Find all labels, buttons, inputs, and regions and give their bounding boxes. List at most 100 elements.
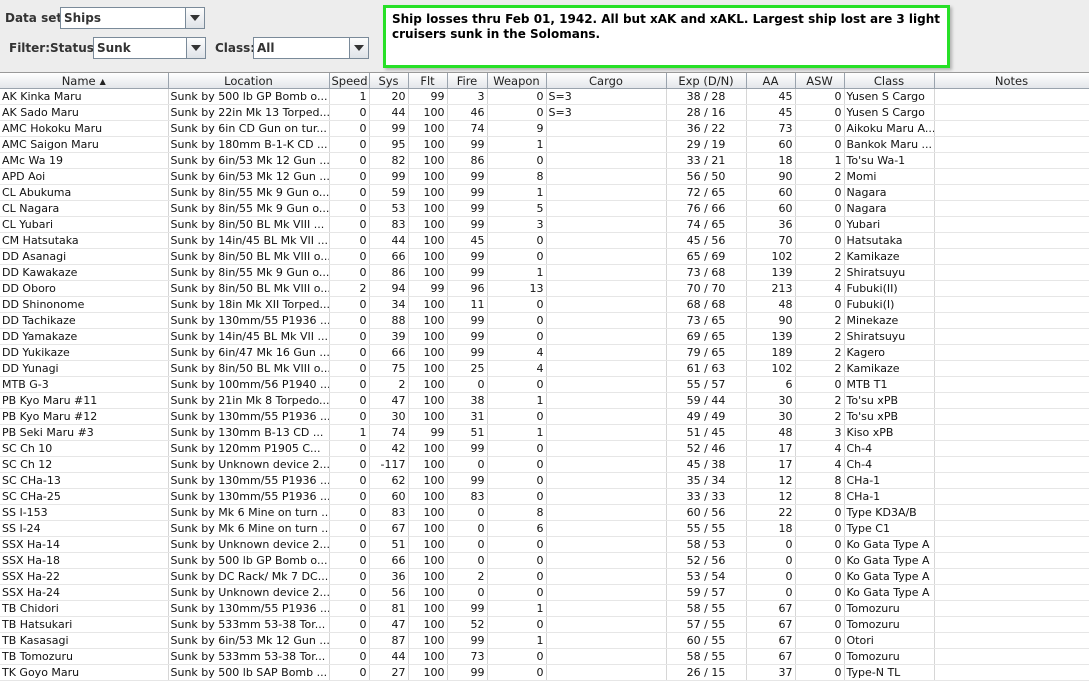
table-cell-name: DD Shinonome bbox=[0, 296, 169, 313]
table-cell-weapon: 3 bbox=[487, 216, 547, 233]
table-cell-weapon: 1 bbox=[487, 632, 547, 649]
table-row[interactable]: TB Tomozuru Sunk by 533mm 53-38 Tor... 0 44… bbox=[0, 648, 1089, 665]
chevron-down-icon[interactable] bbox=[186, 38, 205, 58]
table-cell-notes bbox=[934, 504, 1089, 521]
table-cell-aa: 45 bbox=[746, 104, 796, 121]
table-cell-location: Sunk by 22in Mk 13 Torped... bbox=[168, 104, 330, 121]
table-cell-fire: 0 bbox=[447, 456, 488, 473]
table-cell-cargo bbox=[546, 168, 667, 185]
table-row[interactable]: DD Oboro Sunk by 8in/50 BL Mk VIII o... 2 9… bbox=[0, 280, 1089, 297]
table-row[interactable]: AK Kinka Maru Sunk by 500 lb GP Bomb o...… bbox=[0, 88, 1089, 105]
table-cell-asw: 0 bbox=[795, 536, 845, 553]
table-cell-fire: 99 bbox=[447, 136, 488, 153]
column-header-sys[interactable]: Sys bbox=[369, 73, 409, 89]
table-cell-location: Sunk by 8in/50 BL Mk VIII ... bbox=[168, 216, 330, 233]
dataset-dropdown[interactable]: Ships bbox=[60, 7, 205, 29]
table-row[interactable]: PB Kyo Maru #11 Sunk by 21in Mk 8 Torpedo… bbox=[0, 392, 1089, 409]
table-row[interactable]: CL Abukuma Sunk by 8in/55 Mk 9 Gun o... 0 5… bbox=[0, 184, 1089, 201]
table-row[interactable]: DD Yukikaze Sunk by 6in/47 Mk 16 Gun ... 0… bbox=[0, 344, 1089, 361]
column-header-weapon[interactable]: Weapon bbox=[487, 73, 547, 89]
column-header-aa[interactable]: AA bbox=[746, 73, 796, 89]
status-dropdown[interactable]: Sunk bbox=[93, 37, 206, 59]
table-cell-fire: 99 bbox=[447, 632, 488, 649]
column-header-fire[interactable]: Fire bbox=[447, 73, 488, 89]
table-row[interactable]: AMC Hokoku Maru Sunk by 6in CD Gun on tur… bbox=[0, 120, 1089, 137]
table-row[interactable]: SSX Ha-18 Sunk by 500 lb GP Bomb o... 0 66 1… bbox=[0, 552, 1089, 569]
table-cell-notes bbox=[934, 440, 1089, 457]
table-row[interactable]: SC CHa-13 Sunk by 130mm/55 P1936 ... 0 62 10… bbox=[0, 472, 1089, 489]
table-cell-location: Sunk by DC Rack/ Mk 7 DC... bbox=[168, 568, 330, 585]
table-row[interactable]: AMC Saigon Maru Sunk by 180mm B-1-K CD ..… bbox=[0, 136, 1089, 153]
column-header-exp-d-n[interactable]: Exp (D/N) bbox=[666, 73, 747, 89]
table-row[interactable]: TB Hatsukari Sunk by 533mm 53-38 Tor... 0 4… bbox=[0, 616, 1089, 633]
table-row[interactable]: TB Kasasagi Sunk by 6in/53 Mk 12 Gun ... 0… bbox=[0, 632, 1089, 649]
table-row[interactable]: DD Shinonome Sunk by 18in Mk XII Torped..… bbox=[0, 296, 1089, 313]
chevron-down-icon[interactable] bbox=[349, 38, 368, 58]
table-cell-exp-d-n: 35 / 34 bbox=[666, 472, 747, 489]
table-row[interactable]: DD Yunagi Sunk by 8in/50 BL Mk VIII o... 0… bbox=[0, 360, 1089, 377]
column-header-cargo[interactable]: Cargo bbox=[546, 73, 667, 89]
table-cell-fire: 0 bbox=[447, 520, 488, 537]
column-header-class[interactable]: Class bbox=[844, 73, 935, 89]
table-row[interactable]: PB Kyo Maru #12 Sunk by 130mm/55 P1936 ..… bbox=[0, 408, 1089, 425]
table-cell-speed: 0 bbox=[329, 200, 370, 217]
column-header-location[interactable]: Location bbox=[168, 73, 330, 89]
table-row[interactable]: DD Kawakaze Sunk by 8in/55 Mk 9 Gun o... 0… bbox=[0, 264, 1089, 281]
table-cell-location: Sunk by 6in/53 Mk 12 Gun ... bbox=[168, 168, 330, 185]
table-row[interactable]: SS I-153 Sunk by Mk 6 Mine on turn ... 0 83… bbox=[0, 504, 1089, 521]
table-row[interactable]: CL Yubari Sunk by 8in/50 BL Mk VIII ... 0 8… bbox=[0, 216, 1089, 233]
table-row[interactable]: DD Tachikaze Sunk by 130mm/55 P1936 ... 0 8… bbox=[0, 312, 1089, 329]
table-cell-weapon: 6 bbox=[487, 520, 547, 537]
table-cell-class: Ko Gata Type A bbox=[844, 584, 935, 601]
table-cell-asw: 2 bbox=[795, 264, 845, 281]
table-row[interactable]: SSX Ha-22 Sunk by DC Rack/ Mk 7 DC... 0 36 1… bbox=[0, 568, 1089, 585]
table-row[interactable]: PB Seki Maru #3 Sunk by 130mm B-13 CD ...… bbox=[0, 424, 1089, 441]
class-dropdown[interactable]: All bbox=[253, 37, 369, 59]
table-row[interactable]: CM Hatsutaka Sunk by 14in/45 BL Mk VII ..… bbox=[0, 232, 1089, 249]
table-row[interactable]: TB Chidori Sunk by 130mm/55 P1936 ... 0 81 1… bbox=[0, 600, 1089, 617]
table-row[interactable]: SSX Ha-14 Sunk by Unknown device 2... 0 51 1… bbox=[0, 536, 1089, 553]
table-cell-asw: 2 bbox=[795, 248, 845, 265]
table-cell-class: Yusen S Cargo bbox=[844, 88, 935, 105]
chevron-down-icon[interactable] bbox=[185, 8, 204, 28]
table-row[interactable]: CL Nagara Sunk by 8in/55 Mk 9 Gun o... 0 53… bbox=[0, 200, 1089, 217]
table-cell-cargo bbox=[546, 536, 667, 553]
column-header-label: Weapon bbox=[493, 73, 540, 88]
table-cell-name: SC Ch 12 bbox=[0, 456, 169, 473]
table-row[interactable]: SC Ch 12 Sunk by Unknown device 2... 0 -117… bbox=[0, 456, 1089, 473]
table-cell-sys: 66 bbox=[369, 248, 409, 265]
column-header-name[interactable]: Name ▲ bbox=[0, 73, 169, 89]
table-cell-class: Fubuki(I) bbox=[844, 296, 935, 313]
table-row[interactable]: DD Yamakaze Sunk by 14in/45 BL Mk VII ...… bbox=[0, 328, 1089, 345]
column-header-flt[interactable]: Flt bbox=[408, 73, 448, 89]
table-cell-aa: 12 bbox=[746, 488, 796, 505]
ships-table[interactable]: Name ▲ Location Speed Sys Flt Fire Weapon Cargo E… bbox=[0, 72, 1089, 684]
table-row[interactable]: TK Goyo Maru Sunk by 500 lb SAP Bomb ... 0… bbox=[0, 664, 1089, 681]
table-row[interactable]: APD Aoi Sunk by 6in/53 Mk 12 Gun ... 0 99 10… bbox=[0, 168, 1089, 185]
table-row[interactable]: DD Asanagi Sunk by 8in/50 BL Mk VIII o...… bbox=[0, 248, 1089, 265]
table-cell-class: Kamikaze bbox=[844, 248, 935, 265]
table-cell-aa: 22 bbox=[746, 504, 796, 521]
table-cell-location: Sunk by 130mm/55 P1936 ... bbox=[168, 408, 330, 425]
table-cell-weapon: 0 bbox=[487, 584, 547, 601]
table-cell-location: Sunk by 180mm B-1-K CD ... bbox=[168, 136, 330, 153]
table-row[interactable]: AK Sado Maru Sunk by 22in Mk 13 Torped...… bbox=[0, 104, 1089, 121]
table-cell-fire: 86 bbox=[447, 152, 488, 169]
table-row[interactable]: MTB G-3 Sunk by 100mm/56 P1940 ... 0 2 100 0 0… bbox=[0, 376, 1089, 393]
column-header-speed[interactable]: Speed bbox=[329, 73, 370, 89]
table-cell-asw: 2 bbox=[795, 312, 845, 329]
table-cell-speed: 0 bbox=[329, 184, 370, 201]
table-cell-class: Momi bbox=[844, 168, 935, 185]
table-cell-location: Sunk by 130mm/55 P1936 ... bbox=[168, 488, 330, 505]
table-row[interactable]: SS I-24 Sunk by Mk 6 Mine on turn ... 0 67 1… bbox=[0, 520, 1089, 537]
table-row[interactable]: SC CHa-25 Sunk by 130mm/55 P1936 ... 0 60 10… bbox=[0, 488, 1089, 505]
table-cell-aa: 67 bbox=[746, 648, 796, 665]
table-cell-name: DD Asanagi bbox=[0, 248, 169, 265]
table-cell-asw: 2 bbox=[795, 344, 845, 361]
table-row[interactable]: SSX Ha-24 Sunk by Unknown device 2... 0 56 1… bbox=[0, 584, 1089, 601]
column-header-asw[interactable]: ASW bbox=[795, 73, 845, 89]
column-header-notes[interactable]: Notes bbox=[934, 73, 1089, 89]
table-cell-weapon: 4 bbox=[487, 344, 547, 361]
table-row[interactable]: AMc Wa 19 Sunk by 6in/53 Mk 12 Gun ... 0 82… bbox=[0, 152, 1089, 169]
table-row[interactable]: SC Ch 10 Sunk by 120mm P1905 C... 0 42 100 99… bbox=[0, 440, 1089, 457]
